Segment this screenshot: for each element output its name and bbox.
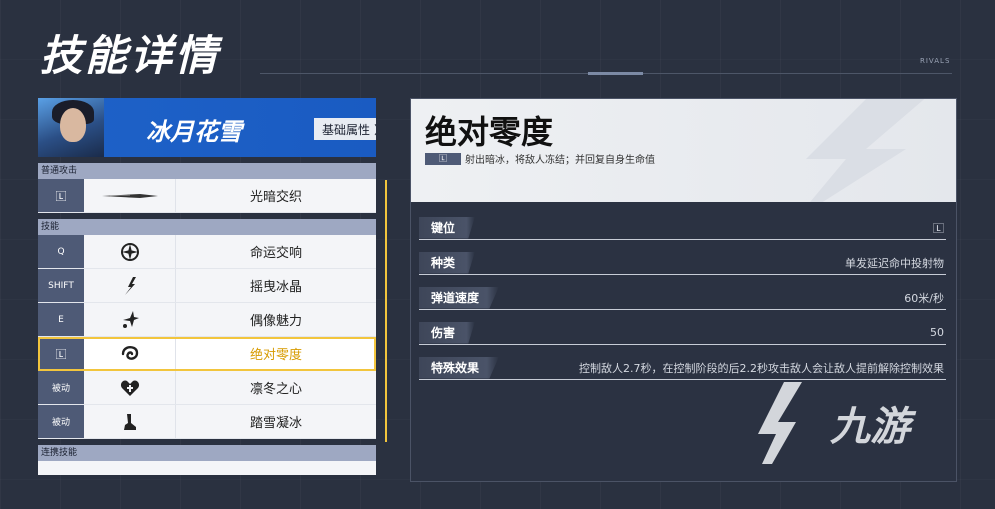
attr-row-damage: 伤害 50 bbox=[419, 321, 946, 345]
key-badge: E bbox=[38, 303, 84, 336]
heart-icon bbox=[84, 371, 176, 404]
key-chip: 🄻 bbox=[425, 152, 461, 165]
attr-row-speed: 弹道速度 60米/秒 bbox=[419, 286, 946, 310]
skill-row-basic[interactable]: 🄻 光暗交织 bbox=[38, 179, 376, 213]
skill-name: 偶像魅力 bbox=[249, 314, 302, 329]
skill-title: 绝对零度 bbox=[425, 113, 554, 151]
star-sigil-icon bbox=[84, 235, 176, 268]
key-badge: Q bbox=[38, 235, 84, 268]
attr-label: 伤害 bbox=[419, 321, 476, 344]
ice-crystal-icon bbox=[84, 269, 176, 302]
skill-name: 摇曳冰晶 bbox=[249, 280, 302, 295]
attr-label: 特殊效果 bbox=[419, 356, 500, 379]
attr-row-type: 种类 单发延迟命中投射物 bbox=[419, 251, 946, 275]
chevron-right-icon: 〉 bbox=[374, 121, 376, 138]
attr-value: 单发延迟命中投射物 bbox=[845, 256, 944, 270]
key-badge: 被动 bbox=[38, 405, 84, 438]
section-skills: 技能 Q 命运交响 SHIFT 摇曳冰晶 E 偶像魅力 🄻 绝对零度 被动 凛冬… bbox=[38, 219, 376, 439]
header-divider-accent bbox=[588, 72, 643, 75]
skill-row-e[interactable]: E 偶像魅力 bbox=[38, 303, 376, 337]
skill-description-text: 射出暗冰，将敌人冻结；并回复自身生命值 bbox=[465, 155, 655, 166]
skill-row-q[interactable]: Q 命运交响 bbox=[38, 235, 376, 269]
attr-row-key: 键位 🄻 bbox=[419, 216, 946, 240]
skill-name: 凛冬之心 bbox=[249, 382, 302, 397]
skill-row-passive-2[interactable]: 被动 踏雪凝冰 bbox=[38, 405, 376, 439]
skill-list-panel: 冰月花雪 基础属性 〉 普通攻击 🄻 光暗交织 技能 Q 命运交响 SHIFT bbox=[38, 98, 376, 475]
skill-description: 🄻 射出暗冰，将敌人冻结；并回复自身生命值 bbox=[425, 151, 655, 166]
section-header: 普通攻击 bbox=[38, 163, 376, 179]
key-badge: 被动 bbox=[38, 371, 84, 404]
watermark: 九游 bbox=[752, 378, 910, 468]
skill-name: 踏雪凝冰 bbox=[249, 416, 302, 431]
attr-label: 键位 bbox=[419, 216, 476, 239]
sparkle-icon bbox=[84, 303, 176, 336]
skill-attributes: 键位 🄻 种类 单发延迟命中投射物 弹道速度 60米/秒 伤害 50 特殊效果 … bbox=[411, 202, 956, 380]
lightning-bolt-icon bbox=[806, 99, 925, 202]
ice-blade-icon bbox=[84, 179, 176, 212]
section-combo: 连携技能 bbox=[38, 445, 376, 475]
key-badge: 🄻 bbox=[38, 337, 84, 370]
watermark-text: 九游 bbox=[830, 404, 910, 450]
attr-label: 种类 bbox=[419, 251, 476, 274]
skill-row-passive-1[interactable]: 被动 凛冬之心 bbox=[38, 371, 376, 405]
skill-name: 命运交响 bbox=[249, 246, 302, 261]
base-attributes-button[interactable]: 基础属性 〉 bbox=[314, 118, 376, 140]
skill-row-absolute-zero[interactable]: 🄻 绝对零度 bbox=[38, 337, 376, 371]
hero-banner: 冰月花雪 基础属性 〉 bbox=[38, 98, 376, 157]
attr-value: 60米/秒 bbox=[904, 291, 944, 305]
base-attributes-label: 基础属性 bbox=[321, 122, 370, 137]
attr-label: 弹道速度 bbox=[419, 286, 500, 309]
attr-value: 控制敌人2.7秒，在控制阶段的后2.2秒攻击敌人会让敌人提前解除控制效果 bbox=[579, 361, 944, 375]
hero-name: 冰月花雪 bbox=[146, 118, 242, 146]
attr-row-effect: 特殊效果 控制敌人2.7秒，在控制阶段的后2.2秒攻击敌人会让敌人提前解除控制效… bbox=[419, 356, 946, 380]
skill-name: 光暗交织 bbox=[249, 190, 302, 205]
portrait-face bbox=[60, 108, 86, 142]
attr-value: 🄻 bbox=[933, 221, 944, 235]
watermark-logo-icon bbox=[758, 382, 802, 464]
snow-step-icon bbox=[84, 405, 176, 438]
brand-label: RIVALS bbox=[920, 57, 951, 65]
scrollbar[interactable] bbox=[385, 180, 387, 442]
section-header: 技能 bbox=[38, 219, 376, 235]
key-badge: 🄻 bbox=[38, 179, 84, 212]
section-basic-attack: 普通攻击 🄻 光暗交织 bbox=[38, 163, 376, 213]
attr-value: 50 bbox=[930, 326, 944, 339]
skill-header: 绝对零度 🄻 射出暗冰，将敌人冻结；并回复自身生命值 bbox=[411, 99, 956, 202]
skill-name: 绝对零度 bbox=[249, 348, 302, 363]
frost-swirl-icon bbox=[84, 337, 176, 370]
page-title: 技能详情 bbox=[40, 31, 221, 80]
hero-portrait bbox=[38, 98, 104, 157]
skill-row-shift[interactable]: SHIFT 摇曳冰晶 bbox=[38, 269, 376, 303]
section-header: 连携技能 bbox=[38, 445, 376, 461]
combo-row-partial bbox=[38, 461, 376, 475]
key-badge: SHIFT bbox=[38, 269, 84, 302]
